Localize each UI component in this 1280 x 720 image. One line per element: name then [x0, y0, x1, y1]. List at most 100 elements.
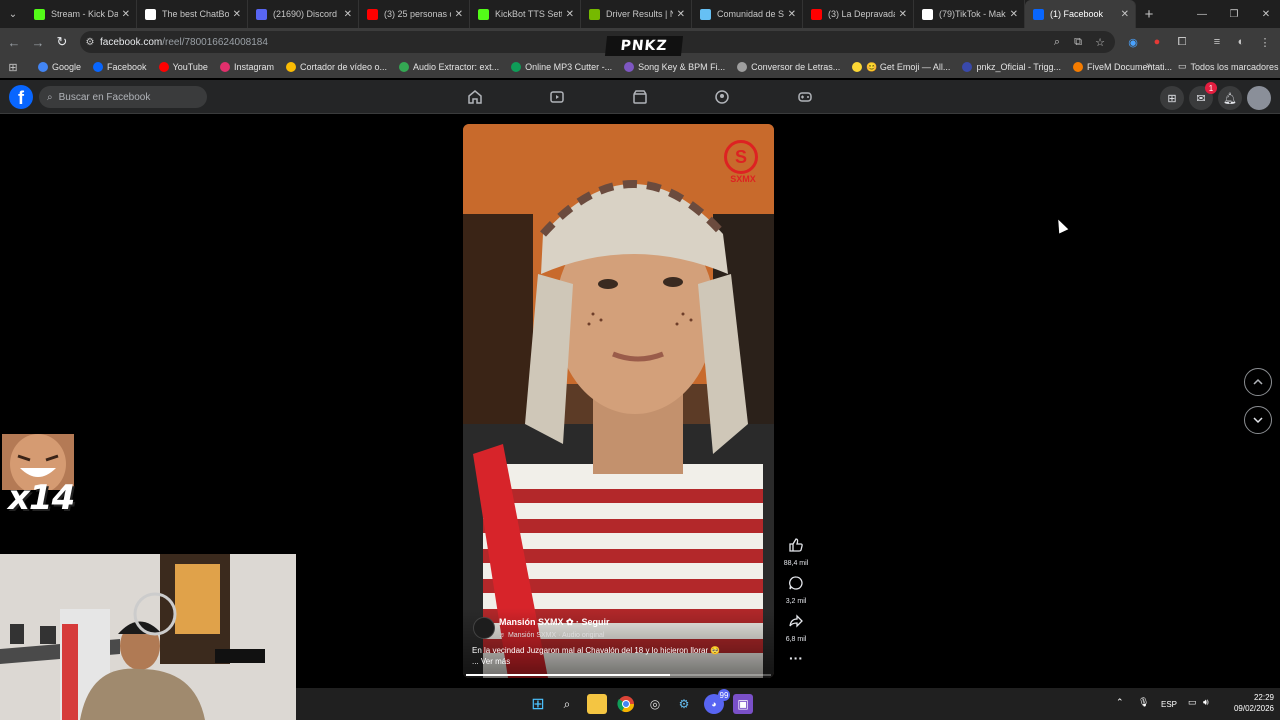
notifications-bell-icon[interactable]: 🔔︎ [1218, 86, 1242, 110]
media-control-icon[interactable]: ≡ [1210, 35, 1224, 49]
bookmark-star-icon[interactable]: ☆ [1093, 35, 1107, 49]
reel-progress-bar[interactable] [466, 674, 771, 676]
new-tab-button[interactable]: + [1136, 0, 1162, 28]
browser-tab[interactable]: (21690) Discord | ✕ [248, 0, 359, 28]
apps-grid-icon[interactable]: ⊞ [0, 61, 26, 74]
gaming-icon[interactable] [795, 87, 815, 107]
bookmark-label: FiveM Documentati... [1086, 62, 1172, 72]
tab-close-icon[interactable]: ✕ [455, 9, 463, 20]
all-bookmarks-folder[interactable]: ▭ Todos los marcadores [1178, 61, 1279, 72]
emote-count: x14 [8, 478, 75, 518]
address-input[interactable]: ⚙ facebook.com/reel/780016624008184 [80, 31, 1115, 53]
discord-icon[interactable]: ◕ 99 [704, 689, 730, 714]
extensions-puzzle-icon[interactable]: ⧠ [1175, 35, 1189, 49]
tab-close-icon[interactable]: ✕ [788, 9, 796, 20]
volume-icon[interactable]: 🔊︎ [1203, 697, 1209, 708]
previous-reel-icon[interactable] [1244, 368, 1272, 396]
bookmark-item[interactable]: Cortador de vídeo o... [285, 62, 387, 73]
youtube-icon [811, 8, 822, 20]
messenger-icon[interactable]: ✉ 1 [1189, 82, 1217, 110]
browser-menu-icon[interactable]: ⋮ [1258, 35, 1272, 49]
extension-icon[interactable]: ◉ [1126, 35, 1140, 49]
bookmark-favicon-icon [511, 62, 522, 72]
close-window-icon[interactable]: ✕ [1250, 0, 1280, 28]
browser-tab[interactable]: The best ChatBot ✕ [137, 0, 248, 28]
back-icon[interactable]: ← [2, 28, 26, 56]
profile-icon[interactable]: ◐ [1234, 35, 1248, 49]
browser-tab[interactable]: Stream - Kick Dash ✕ [26, 0, 137, 28]
install-app-icon[interactable]: ⧉ [1071, 35, 1085, 49]
bookmarks-list: Google Facebook YouTube Instagram Cortador d… [38, 62, 1184, 73]
tab-close-icon[interactable]: ✕ [233, 9, 241, 20]
bookmark-item[interactable]: Online MP3 Cutter -... [511, 62, 612, 73]
microphone-icon[interactable]: 🎙︎ [1138, 697, 1149, 708]
see-more-link[interactable]: ... Ver más [472, 657, 510, 666]
browser-tab[interactable]: (3) 25 personas d ✕ [359, 0, 470, 28]
next-reel-icon[interactable] [1244, 406, 1272, 434]
network-icon[interactable]: ▭ [1188, 697, 1197, 708]
forward-icon[interactable]: → [26, 28, 50, 56]
bookmark-item[interactable]: Instagram [219, 62, 274, 73]
bookmark-favicon-icon [38, 62, 48, 72]
comment-button[interactable]: 3,2 mil [780, 575, 812, 605]
reel-video[interactable]: S SXMX Mansión SXMX ✿ · Seguir ♬ Mansión… [463, 124, 774, 678]
browser-tab[interactable]: KickBot TTS Settin ✕ [470, 0, 581, 28]
facebook-search-input[interactable]: ⌕ Buscar en Facebook [39, 86, 207, 108]
profile-avatar[interactable] [1247, 86, 1271, 110]
share-button[interactable]: 6,8 mil [780, 613, 812, 643]
bookmark-item[interactable]: Google [38, 62, 81, 73]
file-explorer-icon[interactable] [587, 694, 607, 714]
steam-icon[interactable]: ⚙ [674, 694, 694, 714]
bookmark-item[interactable]: Song Key & BPM Fi... [624, 62, 725, 73]
tab-close-icon[interactable]: ✕ [677, 9, 685, 20]
discord-icon [256, 8, 267, 20]
restore-icon[interactable]: ❐ [1218, 0, 1250, 28]
bookmark-item[interactable]: pnkz_Oficial - Trigg... [962, 62, 1061, 73]
home-icon[interactable] [465, 87, 485, 107]
like-button[interactable]: 88,4 mil [780, 537, 812, 567]
bookmark-item[interactable]: Audio Extractor: ext... [399, 62, 499, 73]
zoom-icon[interactable]: ⌕ [1050, 35, 1064, 49]
bookmark-label: Facebook [107, 62, 147, 72]
app-icon[interactable]: ◎ [645, 694, 665, 714]
site-info-icon[interactable]: ⚙ [80, 37, 100, 48]
more-bookmarks-icon[interactable]: » [1146, 60, 1152, 71]
browser-tab[interactable]: (3) La Depravada ✕ [803, 0, 914, 28]
reel-audio-label[interactable]: ♬ Mansión SXMX · Audio original [499, 632, 604, 639]
tab-close-icon[interactable]: ✕ [122, 9, 130, 20]
tab-title: The best ChatBot [162, 9, 229, 19]
menu-grid-icon[interactable]: ⊞ [1160, 86, 1184, 110]
browser-tab[interactable]: (1) Facebook ✕ [1025, 0, 1136, 28]
bookmark-item[interactable]: Facebook [93, 62, 147, 73]
reload-icon[interactable]: ↻ [50, 28, 74, 56]
video-icon[interactable] [547, 87, 567, 107]
tab-close-icon[interactable]: ✕ [566, 9, 574, 20]
browser-tab[interactable]: Driver Results | N ✕ [581, 0, 692, 28]
bookmark-item[interactable]: YouTube [158, 62, 208, 73]
tab-close-icon[interactable]: ✕ [1121, 9, 1129, 20]
bookmark-item[interactable]: FiveM Documentati... [1072, 62, 1172, 73]
tray-overflow-icon[interactable]: ⌃ [1116, 697, 1124, 708]
streaming-app-icon[interactable]: ▣ [733, 694, 753, 714]
browser-tab[interactable]: Comunidad de St ✕ [692, 0, 803, 28]
taskbar-search-icon[interactable]: ⌕ [557, 694, 577, 714]
reel-author-name[interactable]: Mansión SXMX ✿ · Seguir [499, 617, 610, 628]
extension-red-icon[interactable]: ● [1150, 35, 1164, 49]
system-clock[interactable]: 22:29 09/02/2026 [1218, 692, 1274, 714]
tab-search-icon[interactable]: ⌄ [0, 0, 26, 28]
browser-tab[interactable]: (79)TikTok - Make ✕ [914, 0, 1025, 28]
chrome-icon[interactable] [616, 694, 636, 714]
language-indicator[interactable]: ESP [1161, 700, 1177, 709]
tab-close-icon[interactable]: ✕ [344, 9, 352, 20]
groups-icon[interactable] [712, 87, 732, 107]
more-options-icon[interactable]: ··· [780, 650, 812, 666]
minimize-icon[interactable]: — [1186, 0, 1218, 28]
marketplace-icon[interactable] [630, 87, 650, 107]
reel-author-avatar[interactable] [473, 617, 495, 639]
bookmark-item[interactable]: Conversor de Letras... [737, 62, 840, 73]
windows-start-icon[interactable]: ⊞ [528, 694, 548, 714]
facebook-logo-icon[interactable]: f [9, 85, 33, 109]
tab-close-icon[interactable]: ✕ [1010, 9, 1018, 20]
tab-close-icon[interactable]: ✕ [899, 9, 907, 20]
bookmark-item[interactable]: 😊 Get Emoji — All... [852, 62, 950, 73]
